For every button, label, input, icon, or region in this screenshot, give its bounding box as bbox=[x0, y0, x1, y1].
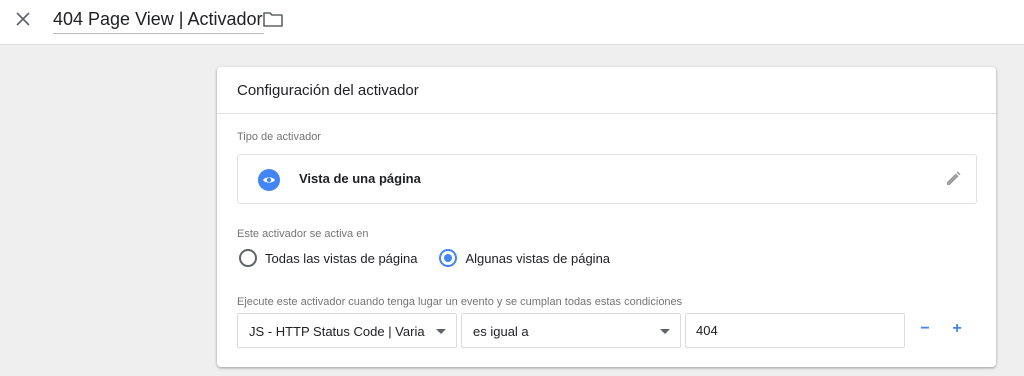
eye-icon bbox=[258, 169, 280, 191]
trigger-type-label: Tipo de activador bbox=[237, 131, 321, 143]
trigger-type-name: Vista de una página bbox=[299, 171, 421, 186]
radio-label: Todas las vistas de página bbox=[265, 250, 418, 266]
operator-value: es igual a bbox=[473, 324, 529, 339]
page-title: 404 Page View | Activador bbox=[53, 9, 263, 29]
add-condition-button[interactable]: + bbox=[948, 321, 966, 339]
card-title: Configuración del activador bbox=[237, 81, 419, 99]
fires-on-label: Este activador se activa en bbox=[237, 228, 369, 240]
folder-icon[interactable] bbox=[262, 9, 284, 29]
card-header: Configuración del activador bbox=[217, 67, 996, 114]
variable-select[interactable]: JS - HTTP Status Code | Variab bbox=[237, 313, 457, 348]
trigger-config-card: Configuración del activador Tipo de acti… bbox=[217, 67, 996, 367]
variable-value: JS - HTTP Status Code | Variab bbox=[249, 324, 425, 339]
condition-label: Ejecute este activador cuando tenga luga… bbox=[237, 296, 683, 308]
chevron-down-icon bbox=[660, 329, 670, 334]
close-icon[interactable] bbox=[12, 8, 34, 30]
operator-select[interactable]: es igual a bbox=[461, 313, 681, 348]
radio-button-checked[interactable] bbox=[439, 249, 458, 267]
radio-button[interactable] bbox=[239, 249, 257, 267]
trigger-type-selector[interactable]: Vista de una página bbox=[237, 154, 977, 204]
top-bar: 404 Page View | Activador bbox=[0, 0, 1024, 45]
radio-some-page-views[interactable]: Algunas vistas de página bbox=[439, 249, 610, 267]
title-field[interactable]: 404 Page View | Activador bbox=[53, 8, 265, 34]
condition-value-input[interactable] bbox=[685, 313, 905, 348]
radio-label: Algunas vistas de página bbox=[465, 250, 611, 266]
fires-on-radio-group: Todas las vistas de página Algunas vista… bbox=[239, 249, 632, 267]
remove-condition-button[interactable]: − bbox=[916, 321, 934, 339]
pencil-icon[interactable] bbox=[944, 170, 962, 188]
chevron-down-icon bbox=[436, 329, 446, 334]
radio-all-page-views[interactable]: Todas las vistas de página bbox=[239, 249, 417, 267]
